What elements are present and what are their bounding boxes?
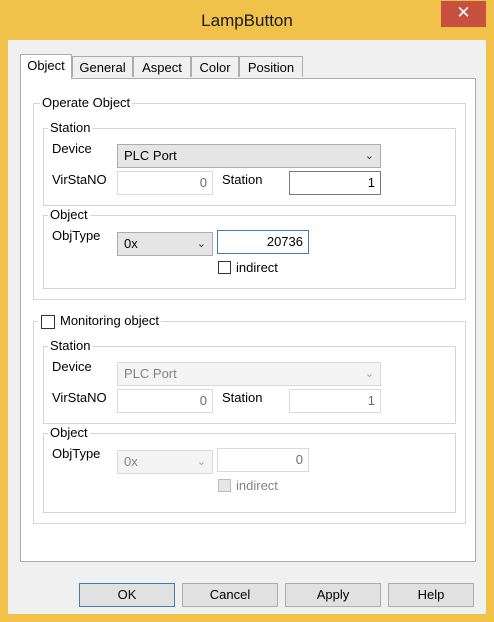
monitor-device-select[interactable]: PLC Port ⌄ bbox=[117, 362, 381, 386]
ok-button[interactable]: OK bbox=[79, 583, 175, 607]
chevron-down-icon: ⌄ bbox=[196, 238, 206, 250]
monitoring-object-group: Monitoring object Station Device PLC Por… bbox=[33, 313, 466, 524]
tab-panel-object: Operate Object Station Device PLC Port ⌄… bbox=[20, 78, 476, 562]
monitor-indirect-label: indirect bbox=[236, 478, 278, 493]
monitor-objtype-select[interactable]: 0x ⌄ bbox=[117, 450, 213, 474]
operate-obj-group: Object ObjType 0x ⌄ 20736 indirect bbox=[43, 207, 456, 289]
help-button[interactable]: Help bbox=[388, 583, 474, 607]
operate-device-label: Device bbox=[52, 141, 92, 156]
apply-button[interactable]: Apply bbox=[285, 583, 381, 607]
dialog-window: LampButton ✕ Object General Aspect Color… bbox=[0, 0, 494, 622]
operate-objtype-value: 0x bbox=[124, 236, 138, 251]
chevron-down-icon: ⌄ bbox=[364, 150, 374, 162]
monitor-device-label: Device bbox=[52, 359, 92, 374]
operate-station-field[interactable]: 1 bbox=[289, 171, 381, 195]
close-button[interactable]: ✕ bbox=[441, 1, 486, 27]
operate-indirect-label: indirect bbox=[236, 260, 278, 275]
tab-general[interactable]: General bbox=[72, 56, 133, 77]
monitor-objtype-label: ObjType bbox=[52, 446, 101, 461]
monitor-station-field[interactable]: 1 bbox=[289, 389, 381, 413]
chevron-down-icon: ⌄ bbox=[364, 368, 374, 380]
operate-obj-label: Object bbox=[48, 207, 90, 223]
cancel-button[interactable]: Cancel bbox=[182, 583, 278, 607]
tab-object[interactable]: Object bbox=[20, 54, 72, 79]
operate-indirect-checkbox[interactable] bbox=[218, 261, 231, 274]
monitor-station-label: Station bbox=[48, 338, 93, 354]
close-icon: ✕ bbox=[456, 3, 471, 22]
monitoring-object-checkbox[interactable] bbox=[41, 315, 55, 329]
window-title: LampButton bbox=[201, 11, 293, 30]
operate-station-label: Station bbox=[48, 120, 93, 136]
dialog-client: Object General Aspect Color Position Ope… bbox=[8, 40, 486, 614]
monitor-obj-group: Object ObjType 0x ⌄ 0 indirect bbox=[43, 425, 456, 513]
operate-station-group: Station Device PLC Port ⌄ VirStaNO 0 Sta… bbox=[43, 120, 456, 206]
chevron-down-icon: ⌄ bbox=[196, 456, 206, 468]
monitor-obj-label: Object bbox=[48, 425, 90, 441]
monitor-objtype-value: 0x bbox=[124, 454, 138, 469]
operate-objtype-select[interactable]: 0x ⌄ bbox=[117, 232, 213, 256]
monitor-virstano-label: VirStaNO bbox=[52, 390, 107, 405]
operate-object-label: Operate Object bbox=[40, 95, 133, 111]
monitor-virstano-field[interactable]: 0 bbox=[117, 389, 213, 413]
operate-object-group: Operate Object Station Device PLC Port ⌄… bbox=[33, 95, 466, 300]
tab-aspect[interactable]: Aspect bbox=[133, 56, 191, 77]
operate-address-field[interactable]: 20736 bbox=[217, 230, 309, 254]
monitor-address-field[interactable]: 0 bbox=[217, 448, 309, 472]
operate-device-select[interactable]: PLC Port ⌄ bbox=[117, 144, 381, 168]
operate-virstano-field[interactable]: 0 bbox=[117, 171, 213, 195]
operate-virstano-label: VirStaNO bbox=[52, 172, 107, 187]
monitor-device-value: PLC Port bbox=[124, 366, 177, 381]
monitoring-object-label: Monitoring object bbox=[38, 313, 161, 329]
monitor-indirect-checkbox[interactable] bbox=[218, 479, 231, 492]
tab-color[interactable]: Color bbox=[191, 56, 239, 77]
tab-position[interactable]: Position bbox=[239, 56, 303, 77]
operate-objtype-label: ObjType bbox=[52, 228, 101, 243]
operate-station-field-label: Station bbox=[222, 172, 263, 187]
operate-device-value: PLC Port bbox=[124, 148, 177, 163]
title-bar[interactable]: LampButton ✕ bbox=[0, 0, 494, 40]
monitor-station-field-label: Station bbox=[222, 390, 263, 405]
monitor-station-group: Station Device PLC Port ⌄ VirStaNO 0 Sta… bbox=[43, 338, 456, 424]
